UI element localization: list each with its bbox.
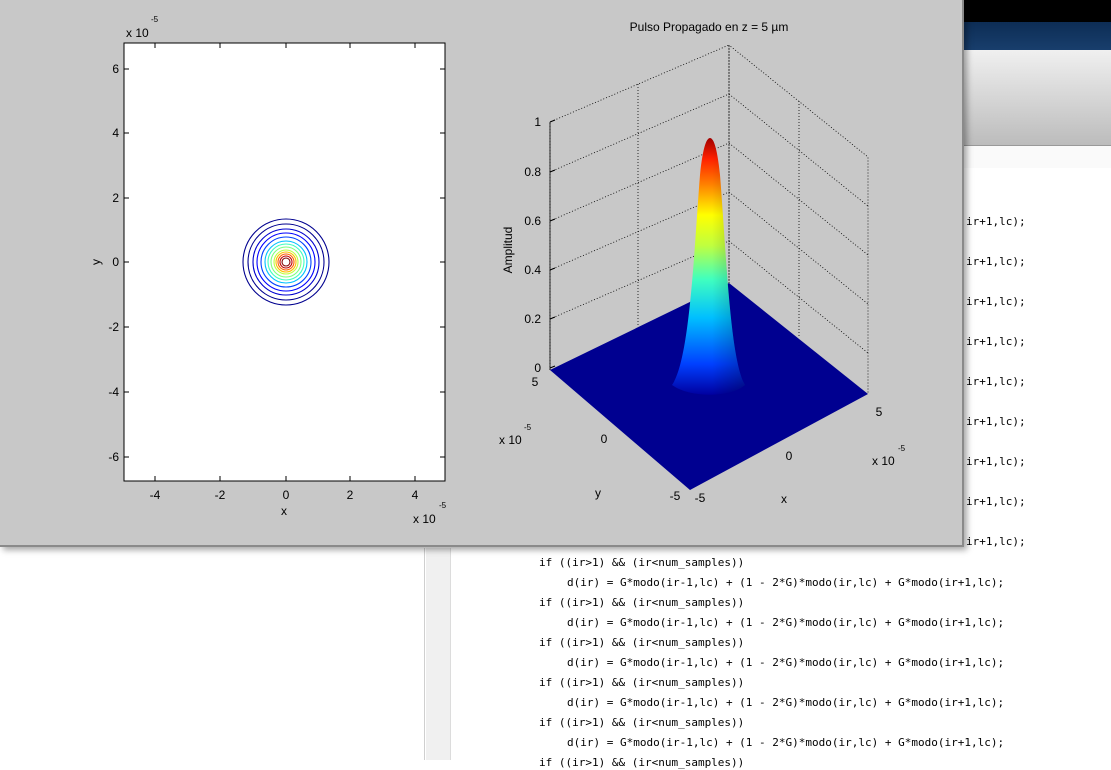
surface-x-exponent-sup: -5 (898, 444, 906, 453)
surface-ytick-label: -5 (670, 489, 681, 503)
contour-xtick-label: 0 (283, 488, 290, 502)
contour-xlabel: x (281, 504, 287, 518)
code-fragment: ir+1,lc); (966, 495, 1026, 508)
editor-toolbar (960, 50, 1111, 146)
code-line: d(ir) = G*modo(ir-1,lc) + (1 - 2*G)*modo… (567, 736, 1005, 749)
contour-xtick-label: 4 (412, 488, 419, 502)
surface-y-exponent: x 10 (499, 433, 522, 447)
code-line: d(ir) = G*modo(ir-1,lc) + (1 - 2*G)*modo… (567, 616, 1005, 629)
contour-ylabel: y (89, 259, 103, 265)
workspace-panel (0, 548, 425, 760)
surface-ztick-label: 0.4 (524, 263, 541, 277)
figure-canvas: x 10 -5 6420-2-4-6 -4 -2 0 2 4 y x x 10 -5 P… (89, 15, 906, 526)
surface-ztick-mark (549, 316, 556, 320)
code-line: d(ir) = G*modo(ir-1,lc) + (1 - 2*G)*modo… (567, 656, 1005, 669)
surface-peak-shading (672, 138, 745, 395)
contour-xtick-label: -4 (150, 488, 161, 502)
surface-ztick-mark (549, 218, 556, 222)
code-fragment: ir+1,lc); (966, 295, 1026, 308)
surface-ytick-label: 0 (601, 432, 608, 446)
surface-ztick-mark (549, 119, 556, 123)
surface-zlabel: Amplitud (501, 227, 515, 274)
surface-xtick-label: 5 (876, 405, 883, 419)
surface-ztick-mark (549, 267, 556, 271)
contour-ytick-label: 0 (112, 255, 119, 269)
surface-ztick-label: 0.8 (524, 165, 541, 179)
contour-ytick-label: -2 (108, 320, 119, 334)
surface-ylabel: y (595, 486, 601, 500)
surface-title: Pulso Propagado en z = 5 µm (630, 20, 789, 34)
code-line: if ((ir>1) && (ir<num_samples)) (539, 756, 745, 769)
contour-xtick-label: -2 (215, 488, 226, 502)
code-fragment: ir+1,lc); (966, 375, 1026, 388)
surface-ztick-label: 0.2 (524, 312, 541, 326)
desktop-top-bar (960, 0, 1111, 22)
surface-y-exponent-sup: -5 (524, 423, 532, 432)
editor-gutter (426, 548, 451, 760)
contour-y-exponent-sup: -5 (151, 15, 159, 24)
contour-ytick-label: 6 (112, 62, 119, 76)
code-line: if ((ir>1) && (ir<num_samples)) (539, 716, 745, 729)
code-line: if ((ir>1) && (ir<num_samples)) (539, 676, 745, 689)
surface-ztick-mark (549, 365, 556, 369)
contour-ytick-label: -6 (108, 450, 119, 464)
surface-axes: Pulso Propagado en z = 5 µm 10.80.60.40.… (499, 20, 906, 506)
contour-y-exponent: x 10 (126, 26, 149, 40)
editor-tab-strip (960, 146, 1111, 169)
surface-xtick-label: -5 (695, 491, 706, 505)
contour-xtick-label: 2 (347, 488, 354, 502)
code-line: if ((ir>1) && (ir<num_samples)) (539, 636, 745, 649)
contour-x-exponent-sup: -5 (439, 501, 447, 510)
surface-xlabel: x (781, 492, 787, 506)
code-fragment: ir+1,lc); (966, 255, 1026, 268)
code-fragment: ir+1,lc); (966, 415, 1026, 428)
surface-xtick-label: 0 (786, 449, 793, 463)
contour-axes: x 10 -5 6 4 2 0 -2 -4 -6 -4 -2 0 2 4 y x x 10 -5 (89, 15, 447, 526)
code-fragment: ir+1,lc); (966, 335, 1026, 348)
code-fragment: ir+1,lc); (966, 535, 1026, 548)
code-line: if ((ir>1) && (ir<num_samples)) (539, 596, 745, 609)
code-fragment: ir+1,lc); (966, 455, 1026, 468)
surface-ztick-label: 0 (534, 361, 541, 375)
surface-ztick-mark (549, 169, 556, 173)
surface-ytick-label: 5 (532, 375, 539, 389)
contour-plot-area (123, 42, 446, 482)
contour-ytick-label: 2 (112, 191, 119, 205)
contour-ytick-label: -4 (108, 385, 119, 399)
contour-ytick-label: 4 (112, 126, 119, 140)
code-line: d(ir) = G*modo(ir-1,lc) + (1 - 2*G)*modo… (567, 696, 1005, 709)
figure-window[interactable]: x 10 -5 6 4 2 0 -2 -4 -6 -4 -2 0 2 4 y x x 10 -5 P… (0, 0, 964, 547)
code-line: if ((ir>1) && (ir<num_samples)) (539, 556, 745, 569)
contour-x-exponent: x 10 (413, 512, 436, 526)
code-line: d(ir) = G*modo(ir-1,lc) + (1 - 2*G)*modo… (567, 576, 1005, 589)
editor-title-bar (960, 22, 1111, 50)
surface-x-exponent: x 10 (872, 454, 895, 468)
surface-ztick-label: 0.6 (524, 214, 541, 228)
surface-ztick-label: 1 (534, 115, 541, 129)
code-fragment: ir+1,lc); (966, 215, 1026, 228)
